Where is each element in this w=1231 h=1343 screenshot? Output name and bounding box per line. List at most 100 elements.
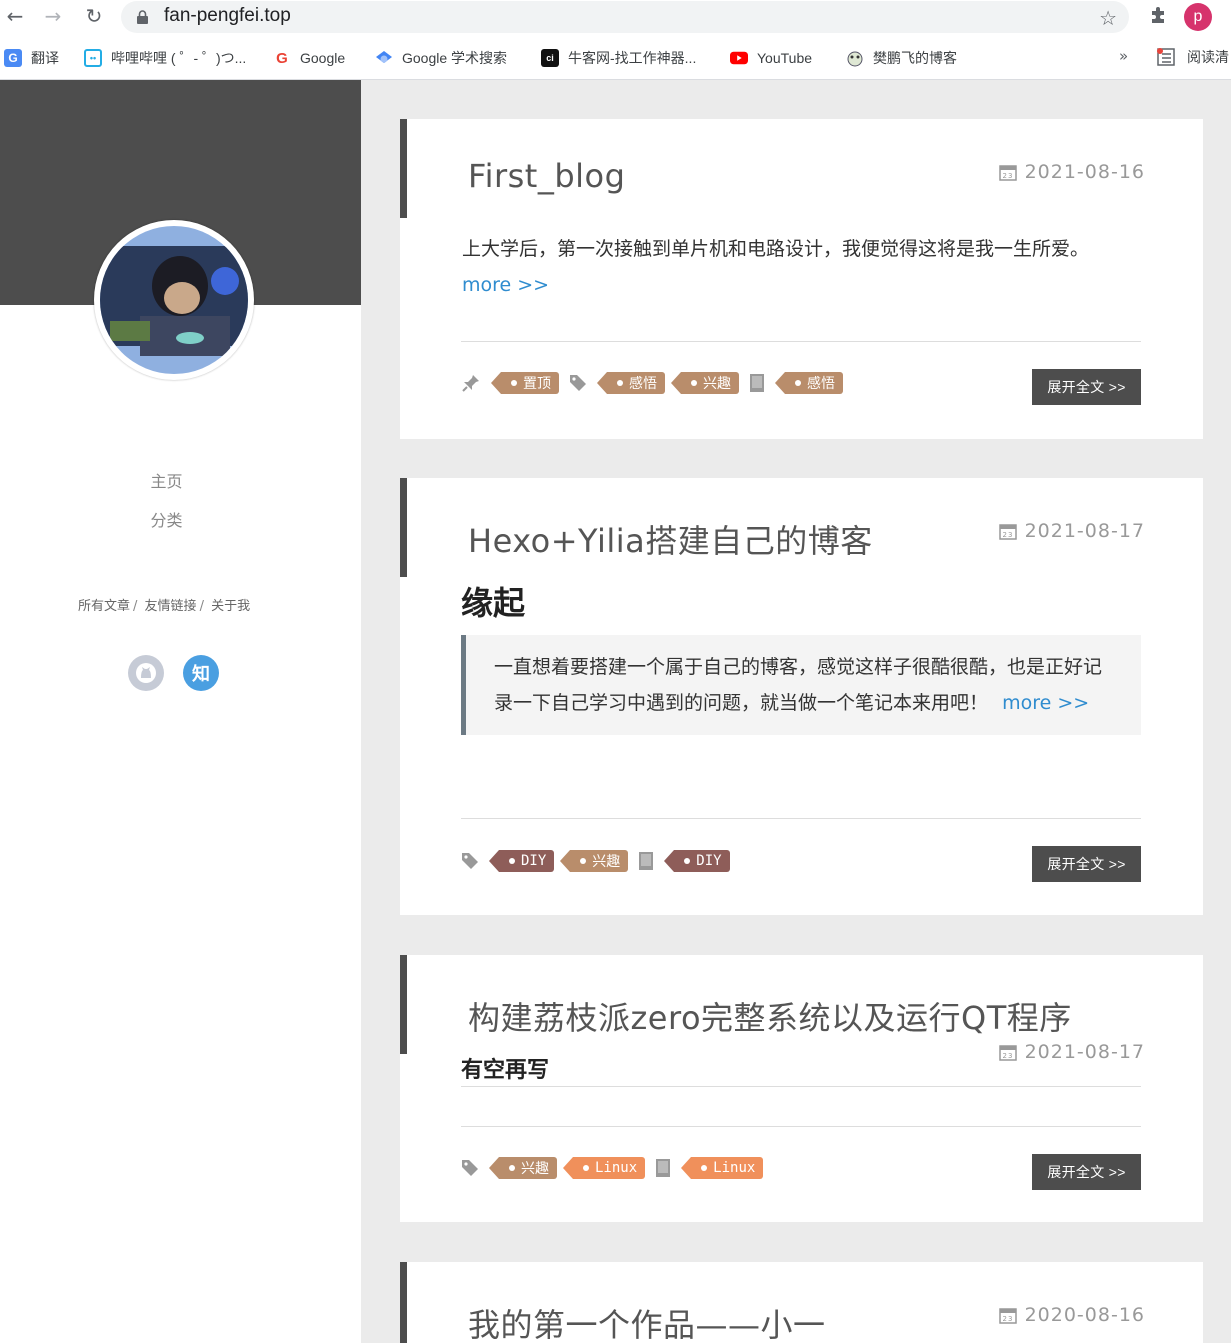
pinned-badge[interactable]: 置顶	[491, 372, 559, 394]
reading-list-button[interactable]: 阅读清	[1157, 47, 1229, 67]
post-excerpt: 上大学后，第一次接触到单片机和电路设计，我便觉得这将是我一生所爱。 more >…	[462, 231, 1141, 303]
post-date: 23 2020-08-16	[998, 1304, 1145, 1326]
post-meta: 兴趣 Linux Linux	[461, 1157, 773, 1179]
author-avatar[interactable]	[94, 220, 254, 380]
card-divider	[461, 818, 1141, 819]
post-date: 23 2021-08-17	[998, 520, 1145, 542]
post-excerpt-text: 上大学后，第一次接触到单片机和电路设计，我便觉得这将是我一生所爱。	[462, 238, 1090, 260]
bookmark-google[interactable]: G Google	[273, 47, 345, 69]
blog-frog-icon	[846, 49, 864, 67]
bookmark-label: 樊鹏飞的博客	[873, 50, 957, 66]
calendar-icon: 23	[998, 524, 1017, 540]
calendar-icon: 23	[998, 165, 1017, 181]
post-title[interactable]: 我的第一个作品——小一	[468, 1300, 826, 1343]
card-accent-bar	[400, 1262, 407, 1343]
card-accent-bar	[400, 478, 407, 577]
tag-chip[interactable]: Linux	[562, 1157, 646, 1179]
more-link[interactable]: more >>	[462, 274, 549, 296]
svg-text:23: 23	[1002, 1052, 1013, 1060]
post-date-text: 2021-08-17	[1024, 520, 1145, 542]
nav-home[interactable]: 主页	[0, 468, 333, 492]
expand-full-text-button[interactable]: 展开全文 >>	[1032, 369, 1141, 405]
link-friends[interactable]: 友情链接	[145, 599, 197, 614]
lock-icon	[137, 10, 148, 24]
bookmark-google-scholar[interactable]: Google 学术搜索	[375, 47, 507, 69]
bookmark-label: Google 学术搜索	[402, 50, 508, 66]
bookmark-blog[interactable]: 樊鹏飞的博客	[846, 47, 957, 69]
card-divider	[461, 341, 1141, 342]
bookmark-label: 翻译	[31, 50, 59, 66]
svg-text:23: 23	[1002, 172, 1013, 180]
google-translate-icon: G	[4, 49, 22, 67]
address-bar[interactable]: fan-pengfei.top ☆	[121, 1, 1129, 33]
reload-icon[interactable]: ↻	[83, 5, 105, 27]
post-date-text: 2021-08-17	[1024, 1041, 1145, 1063]
back-icon[interactable]: ←	[4, 5, 26, 27]
expand-full-text-button[interactable]: 展开全文 >>	[1032, 846, 1141, 882]
reading-list-label: 阅读清	[1187, 50, 1229, 66]
tag-chip[interactable]: 感悟	[597, 372, 665, 394]
post-title[interactable]: Hexo+Yilia搭建自己的博客	[468, 516, 873, 562]
zhihu-icon[interactable]: 知	[183, 655, 219, 691]
tag-chip[interactable]: DIY	[488, 850, 555, 872]
profile-avatar[interactable]: p	[1184, 3, 1212, 31]
bookmark-label: 哔哩哔哩 ( ゜- ゜)つ...	[111, 50, 247, 66]
link-separator: /	[133, 599, 138, 614]
forward-icon[interactable]: →	[42, 5, 64, 27]
card-accent-bar	[400, 119, 407, 218]
tag-chip[interactable]: 兴趣	[560, 850, 629, 872]
pin-icon	[461, 373, 481, 393]
blog-sidebar: 主页 分类 所有文章 / 友情链接 / 关于我 知	[0, 80, 361, 1343]
svg-text:23: 23	[1002, 1315, 1013, 1323]
post-title[interactable]: 构建荔枝派zero完整系统以及运行QT程序	[468, 993, 1072, 1039]
category-chip[interactable]: Linux	[681, 1157, 764, 1179]
youtube-icon	[730, 49, 748, 67]
svg-text:23: 23	[1002, 531, 1013, 539]
bilibili-icon: ••	[84, 49, 102, 67]
post-card: 构建荔枝派zero完整系统以及运行QT程序 23 2021-08-17 有空再写…	[400, 955, 1203, 1222]
tag-chip[interactable]: 兴趣	[489, 1157, 557, 1179]
bookmarks-overflow-chevron[interactable]: »	[1119, 47, 1128, 65]
category-chip[interactable]: 感悟	[775, 372, 843, 394]
post-card: First_blog 23 2021-08-16 上大学后，第一次接触到单片机和…	[400, 119, 1203, 439]
card-divider	[461, 1086, 1141, 1087]
post-blockquote: 一直想着要搭建一个属于自己的博客，感觉这样子很酷很酷，也是正好记录一下自己学习中…	[461, 635, 1141, 735]
tag-icon	[461, 852, 479, 870]
post-date: 23 2021-08-17	[998, 1041, 1145, 1063]
extensions-puzzle-icon[interactable]	[1148, 6, 1168, 26]
bookmark-label: YouTube	[757, 50, 813, 66]
post-date-text: 2020-08-16	[1024, 1304, 1145, 1326]
link-separator: /	[199, 599, 204, 614]
bookmark-youtube[interactable]: YouTube	[730, 47, 812, 69]
post-date: 23 2021-08-16	[998, 161, 1145, 183]
bookmark-star-icon[interactable]: ☆	[1099, 6, 1117, 30]
reading-list-icon	[1157, 48, 1175, 66]
expand-full-text-button[interactable]: 展开全文 >>	[1032, 1154, 1141, 1190]
book-icon	[749, 373, 765, 393]
bookmark-bilibili[interactable]: •• 哔哩哔哩 ( ゜- ゜)つ...	[84, 47, 246, 69]
nowcoder-icon: ci	[541, 49, 559, 67]
sidebar-links: 所有文章 / 友情链接 / 关于我	[78, 595, 250, 614]
book-icon	[655, 1158, 671, 1178]
post-card: Hexo+Yilia搭建自己的博客 23 2021-08-17 缘起 一直想着要…	[400, 478, 1203, 915]
tag-icon	[569, 374, 587, 392]
google-scholar-icon	[375, 49, 393, 67]
bookmark-label: 牛客网-找工作神器...	[568, 50, 697, 66]
link-about-me[interactable]: 关于我	[211, 599, 250, 614]
url-text: fan-pengfei.top	[164, 5, 291, 26]
github-icon[interactable]	[128, 655, 164, 691]
more-link[interactable]: more >>	[1002, 692, 1089, 714]
post-meta: DIY 兴趣 DIY	[461, 850, 740, 872]
tag-chip[interactable]: 兴趣	[671, 372, 739, 394]
post-title[interactable]: First_blog	[468, 157, 625, 195]
avatar-photo	[100, 226, 248, 374]
book-icon	[638, 851, 654, 871]
card-accent-bar	[400, 955, 407, 1054]
post-meta: 置顶 感悟 兴趣 感悟	[461, 372, 853, 394]
bookmark-nowcoder[interactable]: ci 牛客网-找工作神器...	[541, 47, 696, 69]
bookmark-translate[interactable]: G 翻译	[4, 47, 59, 69]
nav-categories[interactable]: 分类	[0, 507, 333, 531]
link-all-posts[interactable]: 所有文章	[78, 599, 130, 614]
post-subheading: 有空再写	[461, 1058, 550, 1083]
category-chip[interactable]: DIY	[664, 850, 730, 872]
